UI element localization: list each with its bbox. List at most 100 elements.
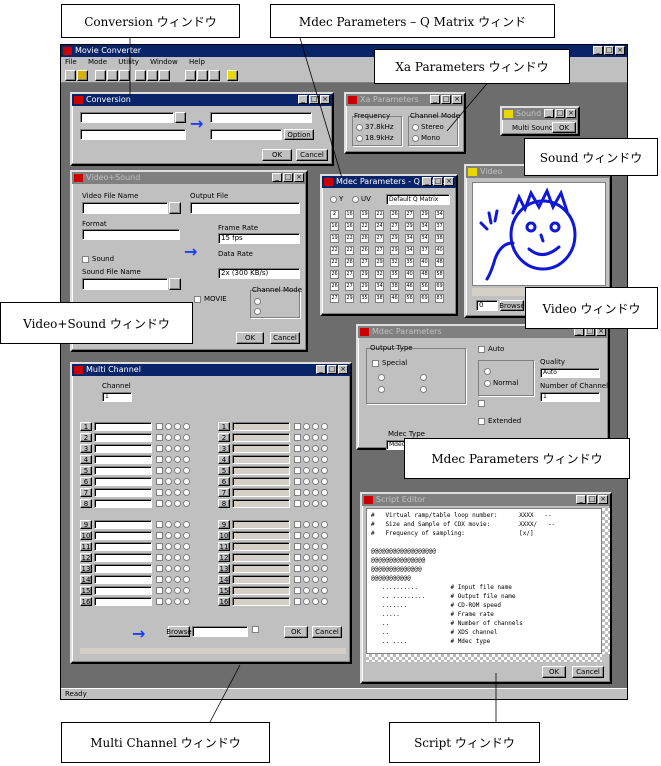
channel-option-radio[interactable] (183, 489, 190, 496)
channel-number-button[interactable]: 1 (218, 422, 230, 431)
q-matrix-cell[interactable]: 29 (360, 282, 369, 291)
channel-number-button[interactable]: 10 (80, 531, 92, 540)
channel-number-button[interactable]: 11 (218, 542, 230, 551)
channel-option-radio[interactable] (312, 500, 319, 507)
channel-file-input[interactable] (232, 575, 290, 584)
sound-ok-button[interactable]: OK (552, 122, 576, 133)
channel-option-radio[interactable] (312, 423, 319, 430)
fast-radio[interactable] (420, 374, 427, 381)
data-rate-select[interactable]: 2x (300 KB/s) (218, 268, 300, 279)
channel-option-radio[interactable] (312, 489, 319, 496)
minimize-icon[interactable]: _ (544, 109, 554, 118)
channel-enable-checkbox[interactable] (156, 576, 163, 583)
maximize-icon[interactable]: □ (433, 177, 443, 186)
q-matrix-cell[interactable]: 26 (330, 282, 339, 291)
channel-file-input[interactable] (232, 553, 290, 562)
channel-enable-checkbox[interactable] (294, 532, 301, 539)
channel-option-radio[interactable] (312, 445, 319, 452)
maximize-icon[interactable]: □ (587, 495, 597, 504)
channel-file-input[interactable] (232, 564, 290, 573)
mono-radio[interactable] (254, 308, 261, 315)
channel-option-radio[interactable] (165, 598, 172, 605)
ok-button[interactable]: OK (236, 332, 264, 344)
channel-number-button[interactable]: 8 (218, 499, 230, 508)
freq-18-radio[interactable] (356, 135, 363, 142)
channel-option-radio[interactable] (321, 478, 328, 485)
channel-file-input[interactable] (232, 586, 290, 595)
channel-option-radio[interactable] (303, 521, 310, 528)
frame-input[interactable]: 0 (476, 300, 498, 311)
channel-number-button[interactable]: 13 (80, 564, 92, 573)
ok-button[interactable]: OK (542, 666, 566, 678)
channel-number-button[interactable]: 15 (80, 586, 92, 595)
channel-number-button[interactable]: 15 (218, 586, 230, 595)
minimize-icon[interactable]: _ (316, 365, 326, 374)
q-matrix-cell[interactable]: 35 (390, 270, 399, 279)
q-matrix-cell[interactable]: 29 (420, 210, 429, 219)
q-matrix-cell[interactable]: 26 (390, 210, 399, 219)
channel-file-input[interactable] (232, 520, 290, 529)
menu-help[interactable]: Help (189, 58, 205, 66)
q-matrix-cell[interactable]: 37 (420, 246, 429, 255)
channel-option-radio[interactable] (174, 489, 181, 496)
channel-file-input[interactable] (94, 488, 152, 497)
q-matrix-cell[interactable]: 29 (390, 234, 399, 243)
menu-window[interactable]: Window (150, 58, 178, 66)
channel-number-button[interactable]: 16 (218, 597, 230, 606)
channel-option-radio[interactable] (165, 445, 172, 452)
video-icon[interactable] (135, 70, 146, 81)
script-editor-area[interactable]: # Virtual ramp/table loop number: XXXX -… (366, 508, 602, 654)
channel-file-input[interactable] (232, 597, 290, 606)
channel-file-input[interactable] (94, 466, 152, 475)
minimize-icon[interactable]: _ (430, 95, 440, 104)
copy-icon[interactable] (107, 70, 118, 81)
q-matrix-cell[interactable]: 40 (405, 270, 414, 279)
channel-option-radio[interactable] (165, 554, 172, 561)
channel-number-button[interactable]: 13 (218, 564, 230, 573)
channel-option-radio[interactable] (303, 467, 310, 474)
channel-number-button[interactable]: 10 (218, 531, 230, 540)
q-matrix-cell[interactable]: 22 (330, 258, 339, 267)
channel-option-radio[interactable] (321, 598, 328, 605)
channel-file-input[interactable] (232, 466, 290, 475)
channel-option-radio[interactable] (183, 521, 190, 528)
channel-option-radio[interactable] (174, 521, 181, 528)
option-checkbox[interactable] (252, 626, 259, 633)
stereo-radio[interactable] (412, 124, 419, 131)
channel-enable-checkbox[interactable] (294, 478, 301, 485)
channel-number-button[interactable]: 7 (218, 488, 230, 497)
channel-option-radio[interactable] (312, 467, 319, 474)
channel-enable-checkbox[interactable] (156, 543, 163, 550)
channel-file-input[interactable] (232, 542, 290, 551)
sound-browse-button[interactable] (169, 278, 181, 290)
q-matrix-cell[interactable]: 24 (375, 222, 384, 231)
close-icon[interactable]: × (320, 95, 330, 104)
q-matrix-cell[interactable]: 26 (360, 234, 369, 243)
channel-option-radio[interactable] (165, 587, 172, 594)
channel-option-radio[interactable] (312, 587, 319, 594)
channel-enable-checkbox[interactable] (156, 554, 163, 561)
channel-enable-checkbox[interactable] (156, 489, 163, 496)
channel-number-button[interactable]: 14 (80, 575, 92, 584)
value-checkbox[interactable] (478, 400, 485, 407)
channel-option-radio[interactable] (321, 532, 328, 539)
minimize-icon[interactable]: _ (593, 46, 603, 55)
q-matrix-cell[interactable]: 38 (390, 282, 399, 291)
channel-file-input[interactable] (94, 575, 152, 584)
dest-file-input[interactable] (210, 112, 312, 123)
q-matrix-cell[interactable]: 38 (435, 234, 444, 243)
channel-number-button[interactable]: 2 (218, 433, 230, 442)
channel-file-input[interactable] (232, 499, 290, 508)
channel-option-radio[interactable] (321, 467, 328, 474)
q-matrix-cell[interactable]: 22 (345, 234, 354, 243)
menu-utility[interactable]: Utility (118, 58, 139, 66)
q-matrix-cell[interactable]: 38 (375, 294, 384, 303)
channel-option-radio[interactable] (312, 478, 319, 485)
channel-option-radio[interactable] (183, 445, 190, 452)
q-matrix-cell[interactable]: 22 (375, 210, 384, 219)
channel-enable-checkbox[interactable] (294, 543, 301, 550)
channel-number-button[interactable]: 12 (218, 553, 230, 562)
channel-option-radio[interactable] (174, 423, 181, 430)
channel-number-button[interactable]: 5 (218, 466, 230, 475)
channel-option-radio[interactable] (174, 445, 181, 452)
